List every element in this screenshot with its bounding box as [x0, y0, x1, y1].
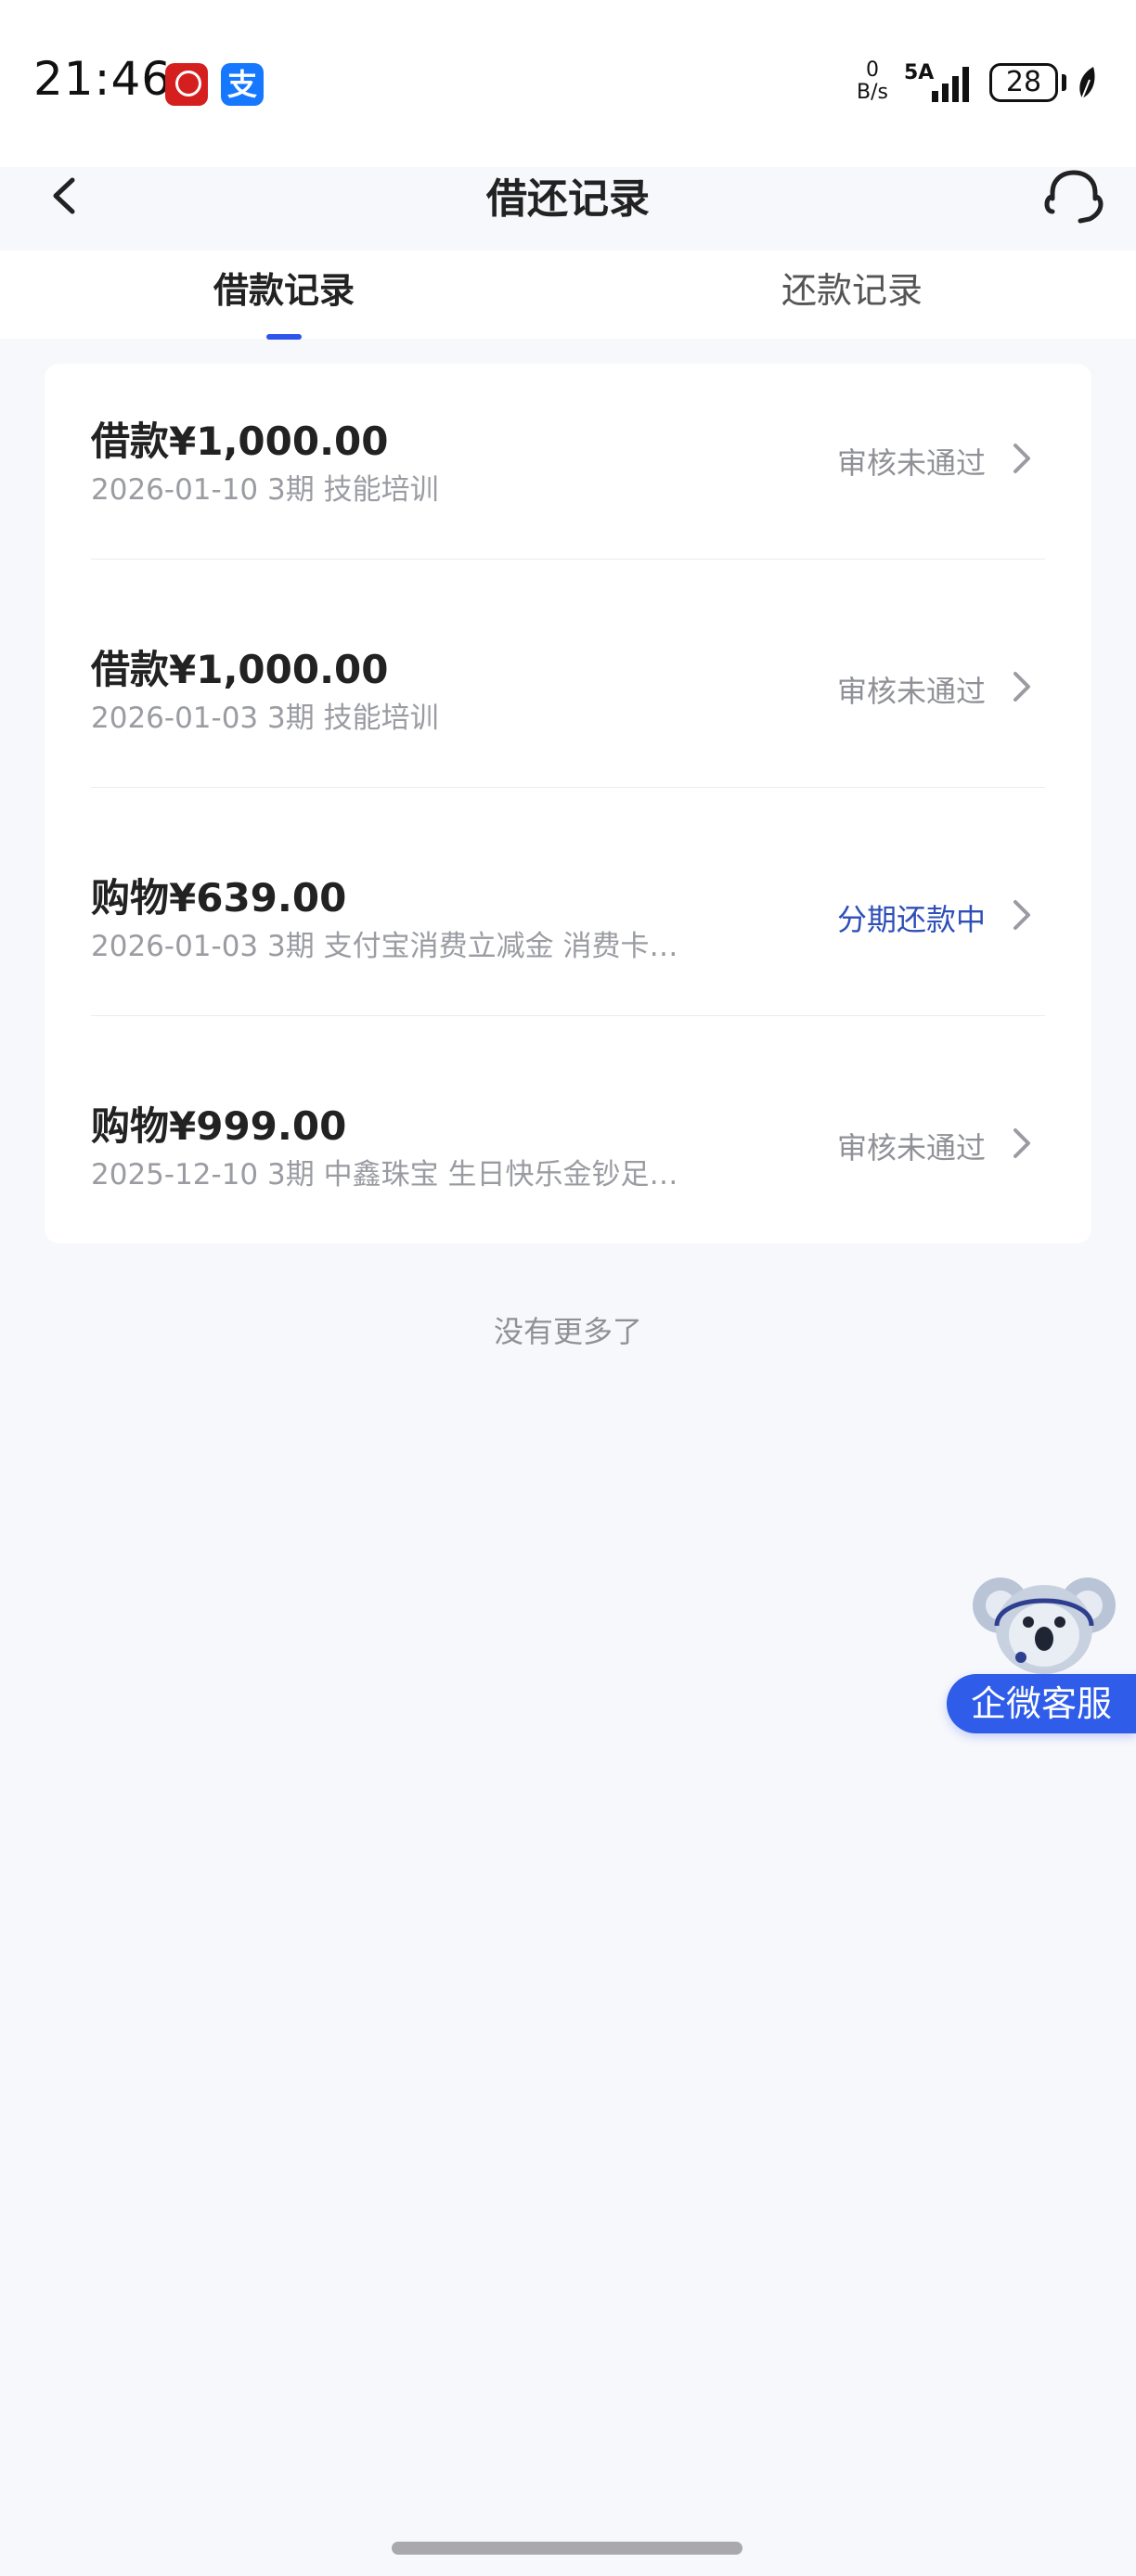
- tab-borrow-records[interactable]: 借款记录: [145, 262, 423, 313]
- status-bar: 21:46 支 0 B/s 5A 28: [0, 0, 1136, 167]
- active-tab-indicator: [266, 334, 302, 340]
- signal-icon: [932, 67, 969, 102]
- customer-service-button[interactable]: 企微客服: [947, 1674, 1136, 1733]
- network-speed-value: 0: [866, 58, 879, 82]
- record-title: 借款¥1,000.00: [91, 647, 389, 692]
- record-status: 审核未通过: [836, 674, 986, 709]
- divider: [91, 1015, 1045, 1016]
- record-subtitle: 2025-12-10 3期 中鑫珠宝 生日快乐金钞足…: [91, 1158, 678, 1191]
- bank-app-icon: [165, 63, 208, 106]
- tab-bar: 借款记录 还款记录: [0, 251, 1136, 340]
- battery-nub: [1062, 74, 1066, 91]
- divider: [91, 559, 1045, 560]
- record-title: 购物¥999.00: [91, 1103, 347, 1149]
- headset-icon[interactable]: [1041, 163, 1106, 228]
- network-speed-unit: B/s: [857, 81, 888, 104]
- divider: [91, 787, 1045, 788]
- record-status: 审核未通过: [836, 445, 986, 481]
- record-title: 购物¥639.00: [91, 875, 347, 921]
- record-status: 分期还款中: [836, 902, 986, 937]
- end-of-list-text: 没有更多了: [493, 1314, 642, 1349]
- record-subtitle: 2026-01-03 3期 支付宝消费立减金 消费卡…: [91, 930, 678, 963]
- chevron-right-icon: [1013, 900, 1030, 930]
- home-indicator[interactable]: [392, 2542, 742, 2555]
- record-status: 审核未通过: [836, 1130, 986, 1166]
- leaf-icon: [1079, 67, 1095, 99]
- page-title: 借还记录: [486, 175, 650, 223]
- koala-mascot-icon[interactable]: [965, 1568, 1123, 1680]
- status-time: 21:46: [33, 52, 173, 106]
- list-item[interactable]: 购物¥999.00 2025-12-10 3期 中鑫珠宝 生日快乐金钞足… 审核…: [91, 1049, 1045, 1277]
- records-list: 借款¥1,000.00 2026-01-10 3期 技能培训 审核未通过 借款¥…: [45, 364, 1091, 1243]
- network-speed: 0 B/s: [852, 59, 893, 104]
- record-subtitle: 2026-01-03 3期 技能培训: [91, 702, 439, 735]
- chevron-right-icon: [1013, 1128, 1030, 1158]
- alipay-app-icon: 支: [221, 63, 264, 106]
- record-subtitle: 2026-01-10 3期 技能培训: [91, 473, 439, 507]
- battery-icon: 28: [989, 63, 1058, 102]
- chevron-right-icon: [1013, 444, 1030, 473]
- tab-repay-records[interactable]: 还款记录: [713, 262, 991, 313]
- record-title: 借款¥1,000.00: [91, 419, 389, 464]
- chevron-right-icon: [1013, 672, 1030, 702]
